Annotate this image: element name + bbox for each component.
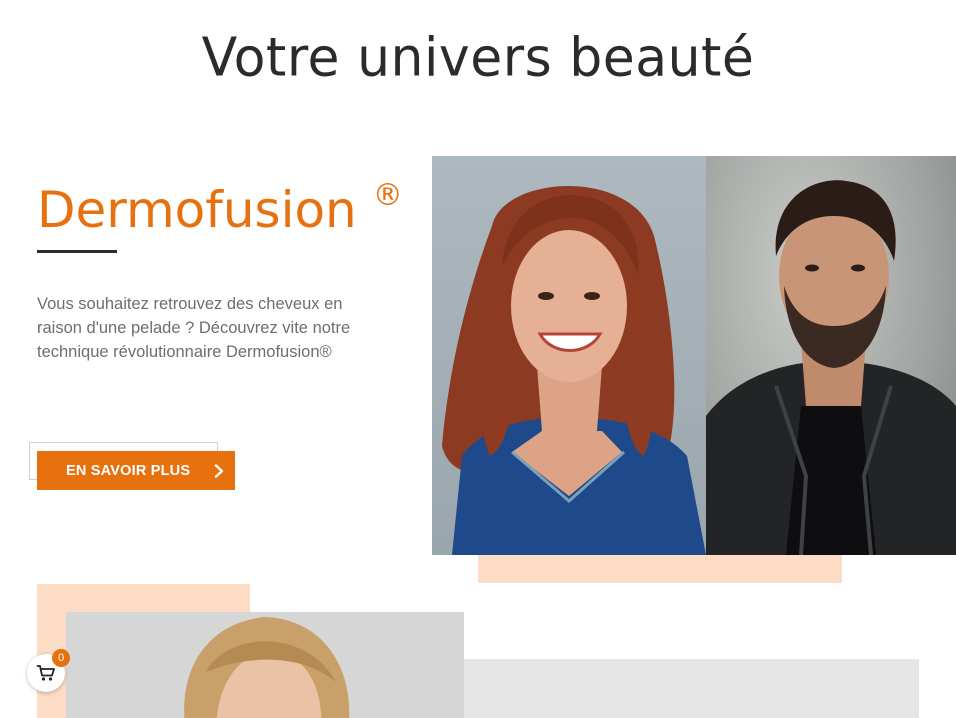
heading-underline [37,250,117,253]
man-portrait-illustration [706,180,956,555]
cart-icon [36,665,55,681]
page: Votre univers beauté Dermofusion ® Vous s… [0,0,956,718]
section-heading-text: Dermofusion [37,181,357,239]
woman-portrait-illustration [442,186,706,555]
cart-count-badge: 0 [52,649,70,667]
blonde-portrait-illustration [184,617,350,718]
learn-more-label: EN SAVOIR PLUS [66,462,191,479]
registered-mark: ® [372,178,403,213]
section-description: Vous souhaitez retrouvez des cheveux en … [37,295,351,361]
hero-photo-panel [432,156,956,555]
chevron-right-icon [215,463,224,478]
decorative-gray-block [464,659,919,718]
page-title: Votre univers beauté [201,27,755,89]
decorative-peach-strip [478,555,842,583]
man-portrait-image [706,156,956,555]
section-heading: Dermofusion ® [37,178,403,240]
woman-portrait-image [432,156,706,555]
learn-more-button[interactable]: EN SAVOIR PLUS [37,451,235,490]
blonde-portrait-image [66,612,464,718]
